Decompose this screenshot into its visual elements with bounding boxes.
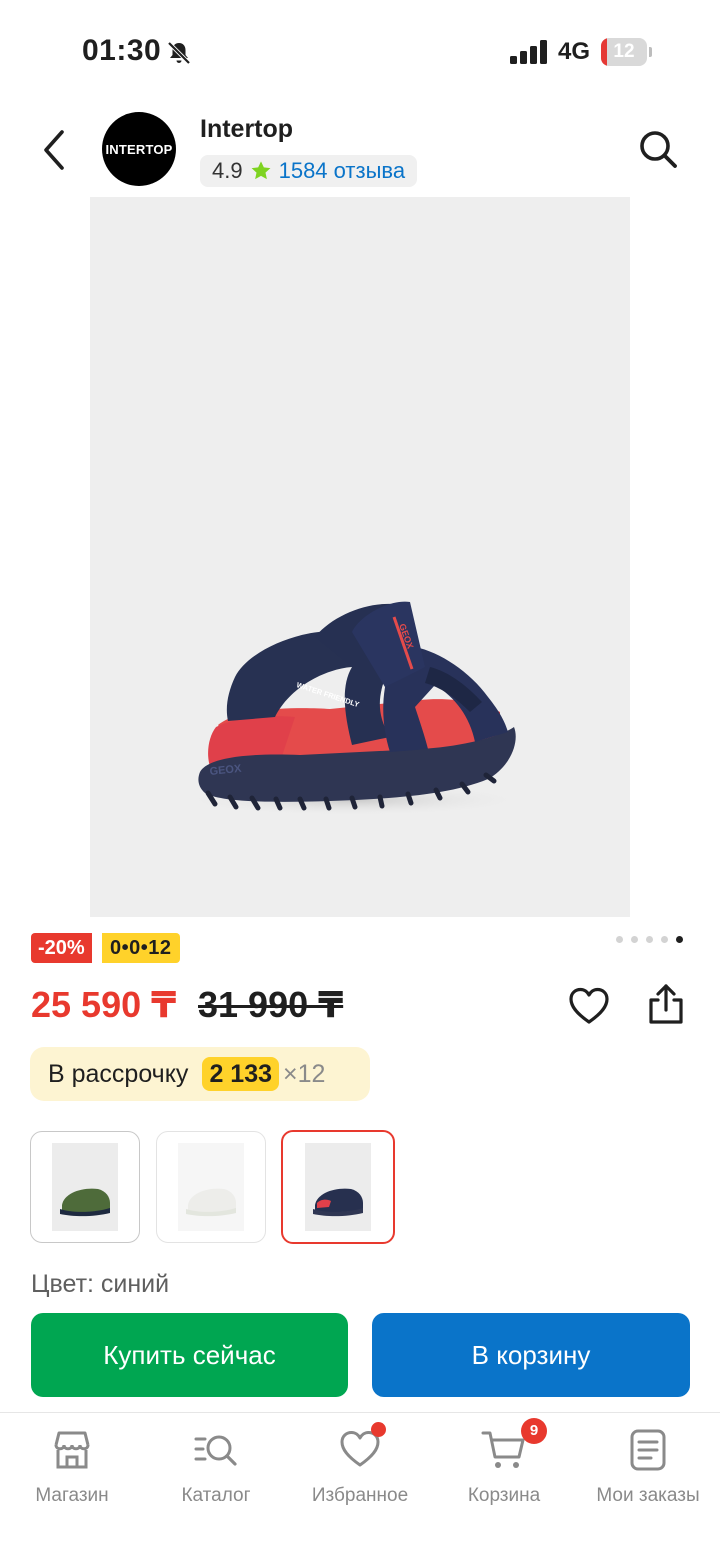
store-icon <box>54 1431 90 1469</box>
buy-now-button[interactable]: Купить сейчас <box>31 1313 348 1397</box>
search-icon <box>640 131 677 168</box>
battery-icon: 12 <box>601 38 652 66</box>
installment-times: ×12 <box>283 1059 326 1088</box>
battery-level: 12 <box>613 41 635 62</box>
color-swatch-white[interactable] <box>156 1131 266 1243</box>
installment-banner[interactable]: В рассрочку 2 133 ×12 <box>30 1047 370 1101</box>
store-name[interactable]: Intertop <box>200 115 293 144</box>
pager-dot <box>646 936 653 943</box>
color-swatch-green[interactable] <box>30 1131 140 1243</box>
signal-icon <box>510 40 547 64</box>
cart-icon <box>481 1431 525 1468</box>
nav-item-orders[interactable]: Мои заказы <box>576 1427 720 1527</box>
nav-label-cart: Корзина <box>467 1485 541 1506</box>
heart-icon <box>569 987 609 1024</box>
share-icon <box>649 984 683 1024</box>
nav-item-cart[interactable]: 9 Корзина <box>432 1418 576 1527</box>
search-button[interactable] <box>634 125 682 173</box>
cart-count-badge: 9 <box>521 1418 547 1444</box>
nav-label-favorites: Избранное <box>311 1485 409 1506</box>
image-pager <box>616 936 683 943</box>
pager-dot <box>631 936 638 943</box>
nav-item-catalog[interactable]: Каталог <box>144 1427 288 1527</box>
discount-badge: -20% <box>31 933 92 963</box>
color-swatch-navy[interactable] <box>281 1130 395 1244</box>
bottom-nav: Магазин Каталог Избранное 9 Корзина Мои … <box>0 1412 720 1564</box>
nav-item-favorites[interactable]: Избранное <box>288 1422 432 1527</box>
star-icon <box>251 161 271 180</box>
rating-value: 4.9 <box>212 158 243 183</box>
nav-label-catalog: Каталог <box>181 1485 251 1506</box>
nav-item-store[interactable]: Магазин <box>0 1427 144 1527</box>
add-to-cart-button[interactable]: В корзину <box>372 1313 690 1397</box>
catalog-search-icon <box>194 1435 237 1466</box>
nav-label-orders: Мои заказы <box>596 1485 700 1506</box>
store-rating[interactable]: 4.9 1584 отзыва <box>200 155 418 187</box>
swatch-image <box>52 1143 118 1231</box>
orders-icon <box>630 1429 666 1471</box>
store-logo[interactable]: INTERTOP <box>102 112 176 186</box>
installment-badge: 0•0•12 <box>102 933 180 963</box>
status-time: 01:30 <box>82 34 162 67</box>
old-price: 31 990 ₸ <box>198 984 344 1025</box>
color-label: Цвет: синий <box>31 1270 170 1298</box>
product-image[interactable]: WATER FRIENDLY GEOX GEOX <box>90 197 630 917</box>
reviews-link[interactable]: 1584 отзыва <box>279 158 405 184</box>
status-bar: 01:30 4G 12 <box>0 0 720 100</box>
sandal-image: WATER FRIENDLY GEOX GEOX <box>177 601 527 816</box>
pager-dot <box>616 936 623 943</box>
bell-muted-icon <box>167 41 191 65</box>
share-button[interactable] <box>642 980 690 1028</box>
back-button[interactable] <box>30 120 80 180</box>
favorite-button[interactable] <box>566 983 612 1029</box>
current-price: 25 590 ₸ <box>31 984 177 1025</box>
swatch-image <box>305 1143 371 1231</box>
store-logo-text: INTERTOP <box>105 141 173 157</box>
swatch-image <box>178 1143 244 1231</box>
back-icon <box>44 130 64 170</box>
network-type: 4G <box>558 38 591 65</box>
pager-dot <box>661 936 668 943</box>
pager-dot-active <box>676 936 683 943</box>
installment-amount: 2 133 <box>202 1057 279 1091</box>
nav-label-store: Магазин <box>35 1485 109 1506</box>
installment-label: В рассрочку <box>48 1059 189 1088</box>
favorites-indicator-dot <box>371 1422 386 1437</box>
